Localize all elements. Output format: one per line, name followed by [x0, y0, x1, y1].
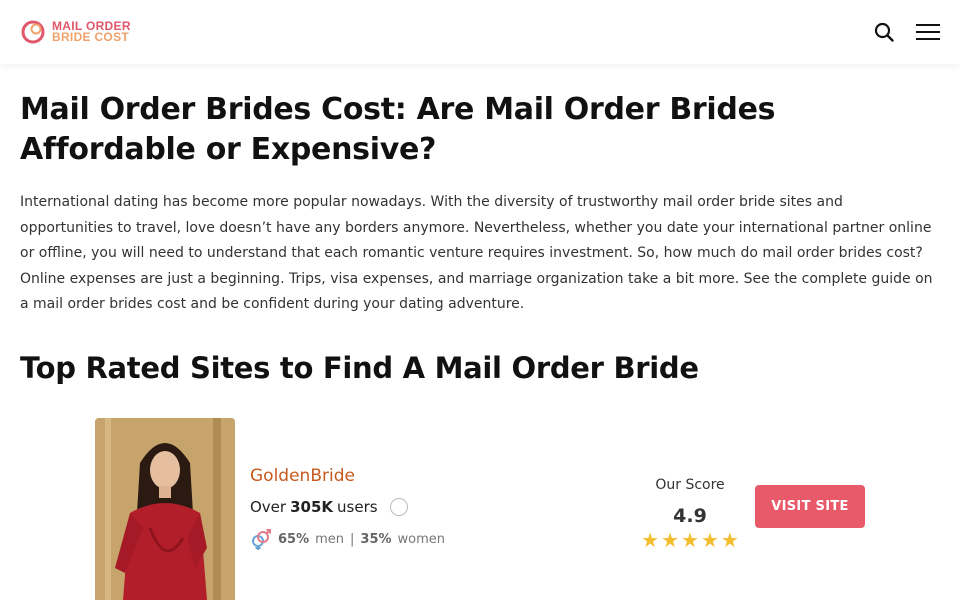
women-label: women: [397, 531, 446, 547]
woman-photo-illustration: [95, 418, 235, 600]
search-icon: [874, 22, 894, 42]
ratio-separator: |: [350, 531, 355, 547]
site-logo[interactable]: MAIL ORDER BRIDE COST: [20, 19, 131, 45]
men-label: men: [315, 531, 345, 547]
site-name-link[interactable]: GoldenBride: [250, 466, 445, 486]
site-info: GoldenBride Over 305K users 65% men | 35…: [250, 466, 445, 550]
users-count: 305K: [290, 498, 334, 516]
score-value: 4.9: [673, 505, 707, 527]
star-icon: ★: [681, 530, 699, 552]
star-rating: ★ ★ ★ ★ ★: [640, 531, 740, 551]
star-icon: ★: [720, 530, 739, 552]
logo-ring-icon: [21, 20, 45, 44]
section-heading: Top Rated Sites to Find A Mail Order Bri…: [20, 350, 699, 385]
logo-line2: BRIDE COST: [52, 30, 130, 44]
search-button[interactable]: [874, 22, 894, 42]
gender-symbol-icon: [252, 529, 271, 550]
women-percent: 35%: [360, 531, 392, 547]
article-content: Mail Order Brides Cost: Are Mail Order B…: [20, 90, 940, 386]
menu-button[interactable]: [916, 23, 940, 41]
score-block: Our Score 4.9 ★ ★ ★ ★ ★: [640, 477, 740, 551]
star-icon: ★: [700, 530, 719, 552]
logo-text: MAIL ORDER BRIDE COST: [52, 20, 131, 44]
score-label: Our Score: [655, 477, 725, 493]
info-icon[interactable]: [389, 498, 408, 516]
site-photo[interactable]: [95, 418, 235, 600]
users-suffix: users: [337, 498, 378, 516]
hamburger-menu-icon: [916, 24, 940, 40]
visit-site-button[interactable]: VISIT SITE: [755, 485, 865, 528]
site-header: MAIL ORDER BRIDE COST: [0, 0, 960, 64]
page-title: Mail Order Brides Cost: Are Mail Order B…: [20, 92, 776, 167]
men-percent: 65%: [278, 531, 310, 547]
star-icon: ★: [661, 530, 680, 552]
users-prefix: Over: [250, 498, 287, 516]
site-card: GoldenBride Over 305K users 65% men | 35…: [95, 418, 895, 600]
users-count-row: Over 305K users: [250, 498, 445, 516]
header-actions: [874, 22, 940, 42]
intro-paragraph: International dating has become more pop…: [20, 194, 933, 312]
gender-ratio-row: 65% men | 35% women: [250, 528, 445, 550]
star-icon: ★: [641, 530, 660, 552]
